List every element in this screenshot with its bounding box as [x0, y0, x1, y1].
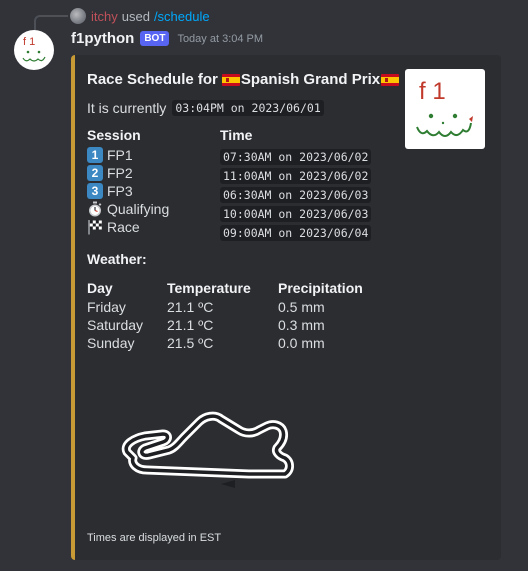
session-name: FP3: [107, 183, 133, 199]
session-list: 1 FP1 2 FP2 3 FP3 Qualifying Race: [87, 146, 169, 236]
session-item-qualifying: Qualifying: [87, 200, 169, 218]
svg-text:f 1: f 1: [419, 78, 446, 105]
weather-precip: 0.3 mm: [278, 317, 325, 333]
command-reply-context[interactable]: itchy used /schedule: [70, 8, 210, 24]
weather-temp: 21.1 ºC: [167, 317, 214, 333]
weather-row: Saturday 21.1 ºC 0.3 mm: [87, 316, 398, 334]
weather-temp: 21.5 ºC: [167, 335, 214, 351]
time-column-header: Time: [220, 127, 253, 143]
weather-precip: 0.5 mm: [278, 299, 325, 315]
current-time-code: 03:04PM on 2023/06/01: [172, 100, 324, 116]
weather-precip: 0.0 mm: [278, 335, 325, 351]
keycap-3-icon: 3: [87, 183, 103, 199]
weather-row: Sunday 21.5 ºC 0.0 mm: [87, 334, 398, 352]
slash-command-link[interactable]: /schedule: [154, 9, 210, 24]
weather-table: Day Temperature Precipitation Friday 21.…: [87, 278, 398, 352]
session-item-fp2: 2 FP2: [87, 164, 169, 182]
weather-header-precipitation: Precipitation: [278, 280, 363, 296]
keycap-1-icon: 1: [87, 147, 103, 163]
session-item-fp3: 3 FP3: [87, 182, 169, 200]
current-time-line: It is currently 03:04PM on 2023/06/01: [87, 100, 324, 116]
weather-day: Friday: [87, 299, 126, 315]
message-timestamp[interactable]: Today at 3:04 PM: [177, 33, 263, 45]
weather-header-day: Day: [87, 280, 113, 296]
weather-label: Weather:: [87, 251, 147, 267]
session-item-fp1: 1 FP1: [87, 146, 169, 164]
reply-connector: [34, 15, 68, 32]
session-name: FP2: [107, 165, 133, 181]
keycap-2-icon: 2: [87, 165, 103, 181]
message-header: f1python BOT Today at 3:04 PM: [71, 30, 263, 47]
session-time: 07:30AM on 2023/06/02: [220, 148, 372, 165]
f1-doodle-avatar-icon: f 1: [22, 36, 46, 62]
reply-used-text: used: [121, 8, 150, 24]
session-name: Qualifying: [107, 201, 170, 217]
bot-avatar[interactable]: f 1: [14, 30, 54, 70]
spain-flag-icon: [221, 73, 240, 86]
grand-prix-name: Spanish Grand Prix: [240, 71, 381, 88]
f1-smiley-doodle-icon: f 1: [416, 78, 473, 137]
bot-username[interactable]: f1python: [71, 30, 134, 47]
session-item-race: Race: [87, 218, 169, 236]
circuit-map-image[interactable]: [89, 400, 299, 495]
bot-badge: BOT: [140, 31, 170, 46]
session-name: FP1: [107, 147, 133, 163]
spain-flag-icon: [381, 73, 400, 86]
session-column-header: Session: [87, 127, 141, 143]
checkered-flag-icon: [88, 220, 102, 235]
schedule-embed: Race Schedule for Spanish Grand Prix It …: [71, 55, 501, 560]
session-time: 09:00AM on 2023/06/04: [220, 224, 372, 241]
session-name: Race: [107, 219, 140, 235]
session-time: 06:30AM on 2023/06/03: [220, 186, 372, 203]
weather-header-temperature: Temperature: [167, 280, 251, 296]
embed-footer: Times are displayed in EST: [87, 532, 222, 544]
title-prefix: Race Schedule for: [87, 71, 218, 88]
session-time: 10:00AM on 2023/06/03: [220, 205, 372, 222]
reply-user-avatar[interactable]: [70, 8, 86, 24]
weather-day: Saturday: [87, 317, 144, 333]
weather-header-row: Day Temperature Precipitation: [87, 278, 398, 298]
embed-title: Race Schedule for Spanish Grand Prix: [87, 71, 400, 88]
weather-day: Sunday: [87, 335, 135, 351]
reply-username[interactable]: itchy: [91, 9, 118, 24]
session-time: 11:00AM on 2023/06/02: [220, 167, 372, 184]
svg-text:f 1: f 1: [23, 36, 35, 48]
discord-message-view: itchy used /schedule f 1 f1python BOT To…: [0, 0, 528, 571]
embed-thumbnail[interactable]: f 1: [405, 69, 485, 149]
stopwatch-icon: [89, 201, 102, 217]
weather-row: Friday 21.1 ºC 0.5 mm: [87, 298, 398, 316]
circuit-map-icon: [121, 411, 294, 488]
weather-temp: 21.1 ºC: [167, 299, 214, 315]
session-time-list: 07:30AM on 2023/06/02 11:00AM on 2023/06…: [220, 147, 372, 242]
current-prefix: It is currently: [87, 100, 167, 116]
